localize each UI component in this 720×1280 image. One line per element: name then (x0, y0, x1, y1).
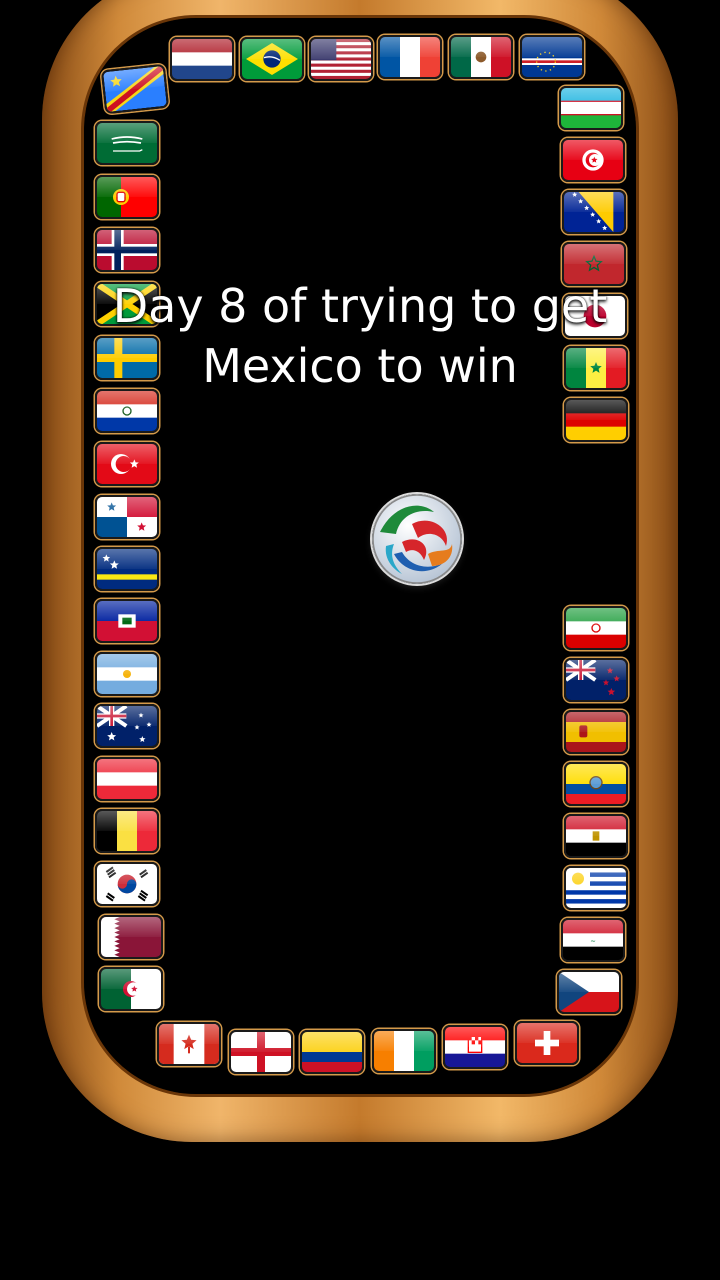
flag-germany (564, 398, 628, 442)
flag-mexico (449, 35, 513, 79)
flag-cape-verde (520, 35, 584, 79)
game-arena: ~ Day 8 of trying to get Mexico to win (0, 0, 720, 1280)
flag-bosnia (562, 190, 626, 234)
flag-colombia (300, 1030, 364, 1074)
flag-spain (564, 710, 628, 754)
flag-ivory-coast (372, 1029, 436, 1073)
flag-ecuador (564, 762, 628, 806)
flag-usa (309, 37, 373, 81)
svg-text:~: ~ (590, 937, 596, 945)
flag-new-zealand (564, 658, 628, 702)
flag-panama (95, 495, 159, 539)
flag-england (229, 1030, 293, 1074)
flag-belgium (95, 809, 159, 853)
flag-switzerland (515, 1021, 579, 1065)
flag-canada (157, 1022, 221, 1066)
flag-brazil (240, 37, 304, 81)
caption-line-2: Mexico to win (202, 339, 518, 393)
flag-haiti (95, 599, 159, 643)
flag-saudi-arabia (95, 121, 159, 165)
flag-australia (95, 704, 159, 748)
flag-iran (564, 606, 628, 650)
caption-line-1: Day 8 of trying to get (112, 279, 608, 333)
flag-qatar (99, 915, 163, 959)
soccer-ball-icon (372, 494, 462, 584)
flag-argentina (95, 652, 159, 696)
flag-czech-republic (557, 970, 621, 1014)
flag-egypt (564, 814, 628, 858)
flag-south-korea (95, 862, 159, 906)
flag-uzbekistan (559, 86, 623, 130)
flag-portugal (95, 175, 159, 219)
flag-curacao (95, 547, 159, 591)
flag-netherlands (170, 37, 234, 81)
video-caption: Day 8 of trying to get Mexico to win (0, 276, 720, 396)
flag-tunisia (561, 138, 625, 182)
flag-dr-congo (100, 63, 170, 115)
flag-austria (95, 757, 159, 801)
flag-france (378, 35, 442, 79)
flag-iraq: ~ (561, 918, 625, 962)
flag-uruguay (564, 866, 628, 910)
flag-croatia (443, 1025, 507, 1069)
flag-turkey (95, 442, 159, 486)
flag-algeria (99, 967, 163, 1011)
flag-norway (95, 228, 159, 272)
